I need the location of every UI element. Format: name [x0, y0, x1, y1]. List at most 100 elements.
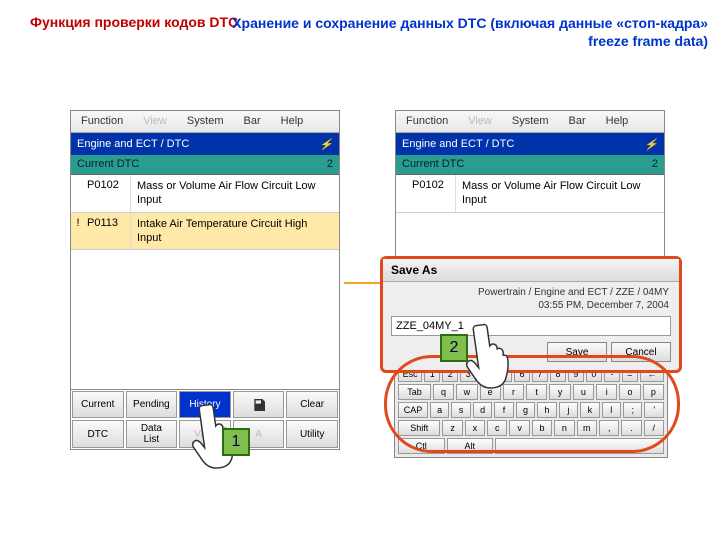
key-'[interactable]: ' [644, 402, 663, 418]
dialog-title: Save As [383, 259, 679, 282]
menubar: Function View System Bar Help [396, 111, 664, 133]
key-z[interactable]: z [442, 420, 462, 436]
toolbar-row-2: DTC Data List View A Utility [71, 419, 339, 449]
dtc-count-value: 2 [327, 158, 333, 171]
dtc-count-bar: Current DTC 2 [71, 155, 339, 175]
key-e[interactable]: e [480, 384, 501, 400]
save-as-dialog: Save As Powertrain / Engine and ECT / ZZ… [380, 256, 682, 373]
key-n[interactable]: n [554, 420, 574, 436]
scanner-screen-left: Function View System Bar Help Engine and… [70, 110, 340, 450]
dtc-desc: Mass or Volume Air Flow Circuit Low Inpu… [456, 175, 664, 212]
dialog-meta-time: 03:55 PM, December 7, 2004 [393, 299, 669, 312]
kbd-row-2: Tabqwertyuiop [398, 384, 664, 400]
dtc-count-value: 2 [652, 158, 658, 171]
path-text: Engine and ECT / DTC [77, 138, 189, 150]
path-bar: Engine and ECT / DTC ⚡ [396, 133, 664, 155]
dtc-desc: Mass or Volume Air Flow Circuit Low Inpu… [131, 175, 339, 212]
key-Tab[interactable]: Tab [398, 384, 431, 400]
heading-line-2: freeze frame data) [232, 32, 708, 50]
menu-system[interactable]: System [177, 111, 234, 132]
key-Ctl[interactable]: Ctl [398, 438, 445, 454]
menu-function[interactable]: Function [71, 111, 133, 132]
filename-input[interactable]: ZZE_04MY_1 [391, 316, 671, 336]
key-c[interactable]: c [487, 420, 507, 436]
save-disk-button[interactable] [233, 391, 285, 418]
menu-bar[interactable]: Bar [559, 111, 596, 132]
key-m[interactable]: m [577, 420, 597, 436]
path-bar: Engine and ECT / DTC ⚡ [71, 133, 339, 155]
menubar: Function View System Bar Help [71, 111, 339, 133]
history-button[interactable]: History [179, 391, 231, 418]
key-Alt[interactable]: Alt [447, 438, 494, 454]
key-l[interactable]: l [602, 402, 621, 418]
dtc-alert-icon [396, 175, 410, 212]
path-text: Engine and ECT / DTC [402, 138, 514, 150]
key-i[interactable]: i [596, 384, 617, 400]
menu-help[interactable]: Help [271, 111, 314, 132]
save-button[interactable]: Save [547, 342, 607, 362]
dialog-meta: Powertrain / Engine and ECT / ZZE / 04MY… [383, 282, 679, 314]
kbd-row-5: CtlAlt [398, 438, 664, 454]
key-r[interactable]: r [503, 384, 524, 400]
toolbar-row-1: Current Pending History Clear [71, 389, 339, 419]
dtc-row[interactable]: P0102 Mass or Volume Air Flow Circuit Lo… [71, 175, 339, 213]
dtc-alert-icon: ! [71, 213, 85, 250]
key-k[interactable]: k [580, 402, 599, 418]
key-a[interactable]: a [430, 402, 449, 418]
key-f[interactable]: f [494, 402, 513, 418]
key-q[interactable]: q [433, 384, 454, 400]
key-u[interactable]: u [573, 384, 594, 400]
key-;[interactable]: ; [623, 402, 642, 418]
dtc-code: P0102 [410, 175, 456, 212]
key-o[interactable]: o [619, 384, 640, 400]
key-w[interactable]: w [456, 384, 477, 400]
dtc-code: P0102 [85, 175, 131, 212]
heading-dtc-storage: Хранение и сохранение данных DTC (включа… [232, 14, 708, 50]
key-g[interactable]: g [516, 402, 535, 418]
key-d[interactable]: d [473, 402, 492, 418]
pending-button[interactable]: Pending [126, 391, 178, 418]
dtc-count-label: Current DTC [402, 158, 464, 171]
key-x[interactable]: x [465, 420, 485, 436]
dtc-desc: Intake Air Temperature Circuit High Inpu… [131, 213, 339, 250]
dtc-code: P0113 [85, 213, 131, 250]
key-p[interactable]: p [643, 384, 664, 400]
step-badge-2: 2 [440, 334, 468, 362]
onscreen-keyboard: Esc1234567890-=← Tabqwertyuiop CAPasdfgh… [394, 362, 668, 458]
heading-line-1: Хранение и сохранение данных DTC (включа… [232, 14, 708, 32]
menu-system[interactable]: System [502, 111, 559, 132]
dtc-row[interactable]: P0102 Mass or Volume Air Flow Circuit Lo… [396, 175, 664, 213]
cancel-button[interactable]: Cancel [611, 342, 671, 362]
data-list-button[interactable]: Data List [126, 420, 178, 448]
key-space[interactable] [495, 438, 664, 454]
key-Shift[interactable]: Shift [398, 420, 440, 436]
clear-button[interactable]: Clear [286, 391, 338, 418]
key-v[interactable]: v [509, 420, 529, 436]
key-,[interactable]: , [599, 420, 619, 436]
menu-bar[interactable]: Bar [234, 111, 271, 132]
bolt-icon: ⚡ [644, 138, 658, 151]
dtc-alert-icon [71, 175, 85, 212]
key-CAP[interactable]: CAP [398, 402, 428, 418]
dtc-row[interactable]: ! P0113 Intake Air Temperature Circuit H… [71, 213, 339, 251]
key-b[interactable]: b [532, 420, 552, 436]
dtc-count-bar: Current DTC 2 [396, 155, 664, 175]
utility-button[interactable]: Utility [286, 420, 338, 448]
kbd-row-4: Shiftzxcvbnm,./ [398, 420, 664, 436]
key-/[interactable]: / [644, 420, 664, 436]
menu-help[interactable]: Help [596, 111, 639, 132]
floppy-disk-icon [251, 397, 267, 413]
menu-function[interactable]: Function [396, 111, 458, 132]
dtc-count-label: Current DTC [77, 158, 139, 171]
key-.[interactable]: . [621, 420, 641, 436]
dialog-meta-path: Powertrain / Engine and ECT / ZZE / 04MY [393, 286, 669, 299]
current-button[interactable]: Current [72, 391, 124, 418]
dtc-button[interactable]: DTC [72, 420, 124, 448]
key-t[interactable]: t [526, 384, 547, 400]
key-y[interactable]: y [549, 384, 570, 400]
menu-view: View [133, 111, 177, 132]
key-s[interactable]: s [451, 402, 470, 418]
key-j[interactable]: j [559, 402, 578, 418]
heading-dtc-function: Функция проверки кодов DTC [30, 14, 238, 30]
key-h[interactable]: h [537, 402, 556, 418]
